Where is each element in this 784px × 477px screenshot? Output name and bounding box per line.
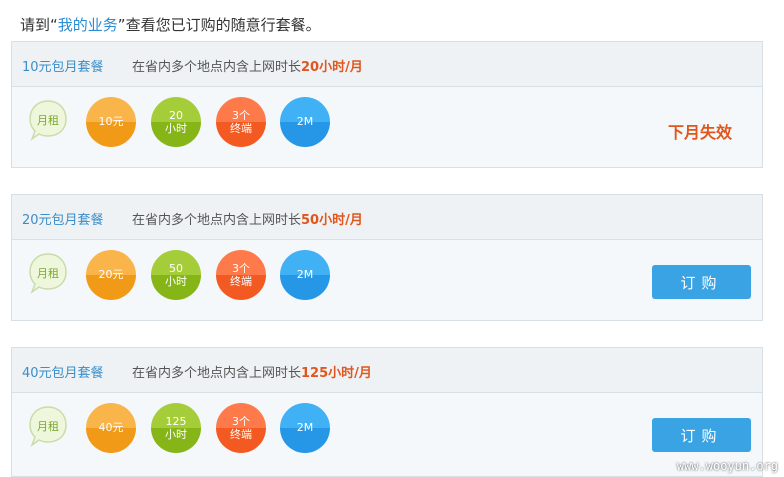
intro-suffix: ”查看您已订购的随意行套餐。 [117,16,321,34]
plan-description: 在省内多个地点内含上网时长20小时/月 [132,60,363,75]
plan-title: 20元包月套餐 [22,213,104,228]
plan-card-20: 20元包月套餐 在省内多个地点内含上网时长50小时/月 月租 20元 50 小时 … [11,194,763,321]
terminals-badge: 3个 终端 [216,403,266,453]
plan-card-40: 40元包月套餐 在省内多个地点内含上网时长125小时/月 月租 40元 125 小… [11,347,763,477]
price-badge: 40元 [86,403,136,453]
rent-label: 月租 [37,267,59,280]
plan-title: 40元包月套餐 [22,366,104,381]
speed-badge: 2M [280,250,330,300]
terminals-badge: 3个 终端 [216,250,266,300]
rent-label: 月租 [37,114,59,127]
plan-header: 40元包月套餐 在省内多个地点内含上网时长125小时/月 [12,348,762,393]
speed-badge: 2M [280,403,330,453]
my-business-link[interactable]: 我的业务 [58,16,118,34]
hours-badge: 125 小时 [151,403,201,453]
intro-prefix: 请到“ [20,16,58,34]
plan-header: 20元包月套餐 在省内多个地点内含上网时长50小时/月 [12,195,762,240]
rent-label: 月租 [37,420,59,433]
plan-header: 10元包月套餐 在省内多个地点内含上网时长20小时/月 [12,42,762,87]
plan-card-10: 10元包月套餐 在省内多个地点内含上网时长20小时/月 月租 10元 20 小时 … [11,41,763,168]
subscribe-button[interactable]: 订购 [652,418,751,452]
monthly-rent-icon: 月租 [28,99,68,142]
intro-text: 请到“我的业务”查看您已订购的随意行套餐。 [20,14,321,35]
monthly-rent-icon: 月租 [28,405,68,448]
expire-status: 下月失效 [667,123,732,142]
watermark: www.wooyun.org [676,459,778,473]
plan-body: 月租 10元 20 小时 3个 终端 2M 下月失效 [12,87,762,167]
terminals-badge: 3个 终端 [216,97,266,147]
plan-description: 在省内多个地点内含上网时长50小时/月 [132,213,363,228]
price-badge: 20元 [86,250,136,300]
monthly-rent-icon: 月租 [28,252,68,295]
speed-badge: 2M [280,97,330,147]
hours-badge: 20 小时 [151,97,201,147]
plan-body: 月租 40元 125 小时 3个 终端 2M 订购 [12,393,762,473]
plan-title: 10元包月套餐 [22,60,104,75]
subscribe-button[interactable]: 订购 [652,265,751,299]
plan-description: 在省内多个地点内含上网时长125小时/月 [132,366,372,381]
plan-body: 月租 20元 50 小时 3个 终端 2M 订购 [12,240,762,320]
hours-badge: 50 小时 [151,250,201,300]
price-badge: 10元 [86,97,136,147]
